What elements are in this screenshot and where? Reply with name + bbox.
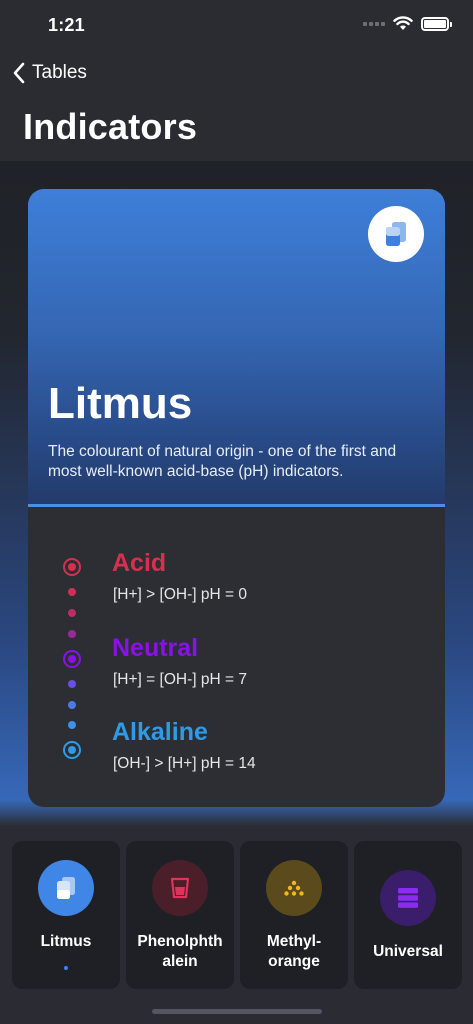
alkaline-label: Alkaline [112,718,208,746]
cellular-signal-icon [363,21,385,26]
scale-dot [68,701,76,709]
acid-label: Acid [112,549,167,577]
alkaline-marker-icon [63,741,81,759]
tab-methyl-orange[interactable]: Methyl-orange [240,841,348,989]
tab-icon-circle [380,870,436,926]
beaker-icon [170,877,190,899]
tab-litmus[interactable]: Litmus [12,841,120,989]
tab-icon-circle [38,860,94,916]
indicator-card: Litmus The colourant of natural origin -… [28,189,445,807]
back-button[interactable]: Tables [12,62,87,84]
scale-dot [68,680,76,688]
chevron-left-icon [13,62,25,84]
tab-icon-circle [152,860,208,916]
scale-dot [68,609,76,617]
tab-label-litmus: Litmus [40,933,92,950]
battery-icon [421,16,452,31]
home-indicator[interactable] [152,1009,322,1014]
ph-scale: Acid [H+] > [OH-] pH = 0 Neutral [H+] = … [28,507,445,807]
indicator-title: Litmus [48,379,193,428]
selected-indicator [64,966,68,970]
neutral-label: Neutral [112,634,199,662]
wifi-icon [393,16,413,30]
scale-dot [68,630,76,638]
scale-dot [68,721,76,729]
litmus-icon [57,877,75,899]
stack-icon [398,888,418,908]
navigation-header: 1:21 Tables Indicators [0,0,473,161]
dots-icon [284,880,304,896]
card-hero: Litmus The colourant of natural origin -… [28,189,445,507]
tab-phenolphthalein[interactable]: Phenolphth alein [126,841,234,989]
status-time: 1:21 [48,15,85,35]
tab-label-methyl-orange: Methyl-orange [266,933,322,970]
acid-marker-icon [63,558,81,576]
scale-dot [68,588,76,596]
alkaline-formula: [OH-] > [H+] pH = 14 [113,755,256,772]
litmus-paper-icon [386,222,406,246]
acid-formula: [H+] > [OH-] pH = 0 [113,586,247,603]
copy-button[interactable] [368,206,424,262]
neutral-formula: [H+] = [OH-] pH = 7 [113,671,247,688]
neutral-marker-icon [63,650,81,668]
indicator-tab-bar: Litmus Phenolphth alein Methyl-orange Un… [0,826,473,1024]
indicator-description: The colourant of natural origin - one of… [48,443,397,480]
tab-label-phenolphthalein: Phenolphth alein [137,933,223,970]
tab-label-universal: Universal [373,943,443,960]
page-title: Indicators [23,106,198,147]
back-label: Tables [32,62,87,83]
status-icons [363,16,452,31]
tab-universal[interactable]: Universal [354,841,462,989]
tab-icon-circle [266,860,322,916]
